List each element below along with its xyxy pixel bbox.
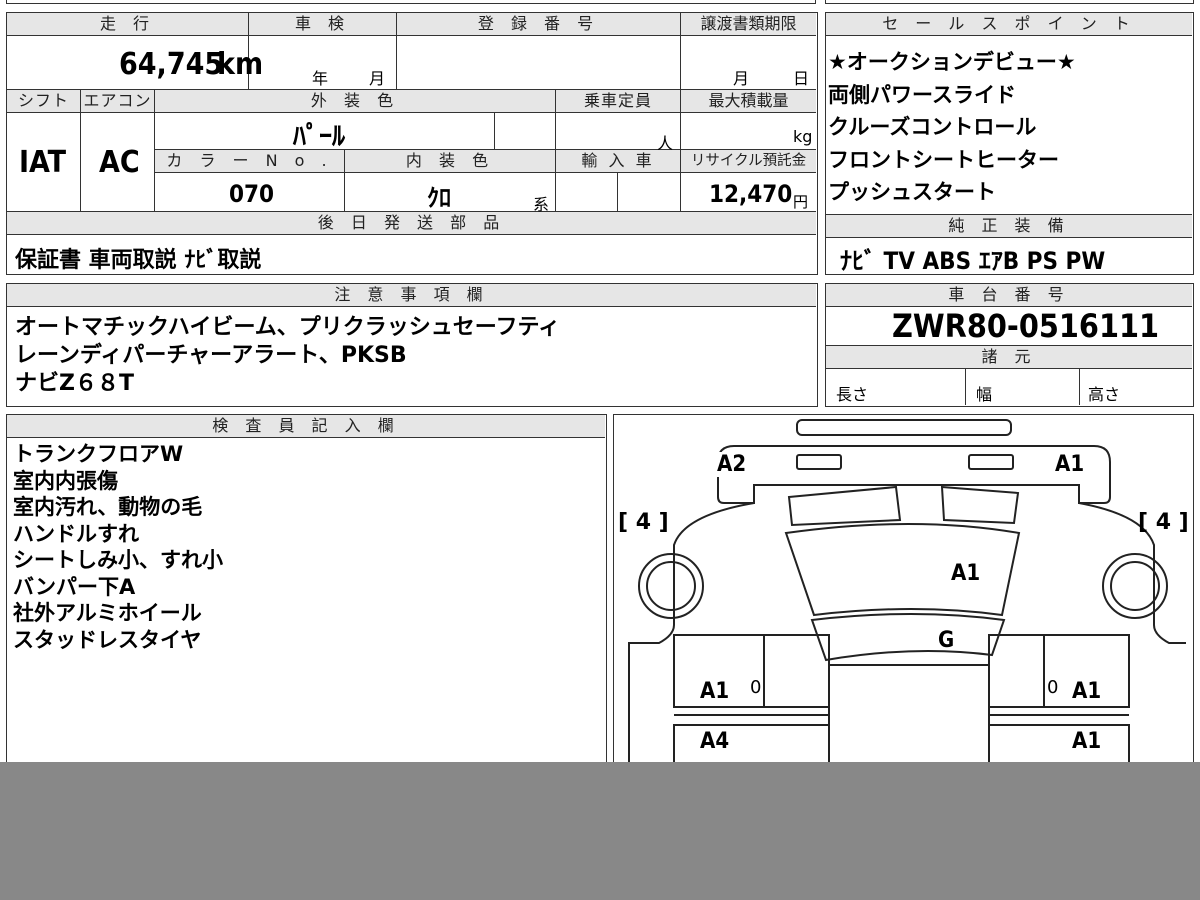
sales-point-item: フロントシートヒーター xyxy=(828,147,1059,172)
windshield xyxy=(810,613,1006,662)
recycle-value: 12,470 xyxy=(709,180,793,208)
front-bumper xyxy=(796,419,1012,436)
notes-list: オートマチックハイビーム、プリクラッシュセーフティ レーンディパーチャーアラート… xyxy=(15,314,560,398)
aircon-header: エアコン xyxy=(81,90,155,113)
sales-point-item: クルーズコントロール xyxy=(828,115,1037,139)
import-cell-a xyxy=(556,172,618,212)
inspector-line: 室内内張傷 xyxy=(13,468,118,493)
inspection-year: 年 xyxy=(312,69,329,88)
front-body xyxy=(717,445,1111,504)
chassis-value: ZWR80-0516111 xyxy=(892,307,1160,345)
specs-height: 高さ xyxy=(1088,385,1121,404)
transfer-header: 譲渡書類期限 xyxy=(681,13,816,36)
recycle-header: リサイクル預託金 xyxy=(681,150,816,173)
vehicle-info-table: 走 行 車 検 登 録 番 号 譲渡書類期限 64,745 km 年 月 月 日… xyxy=(6,12,818,275)
inspector-line: スタッドレスタイヤ xyxy=(13,627,202,652)
sales-points-header: セ ー ル ス ポ イ ン ト xyxy=(826,13,1192,36)
bottom-overlay xyxy=(0,762,1200,900)
inspector-box: 検 査 員 記 入 欄 トランクフロアW 室内内張傷 室内汚れ、動物の毛 ハンド… xyxy=(6,414,607,774)
sales-point-item: プッシュスタート xyxy=(828,180,996,204)
tire-left-rank: [ 4 ] xyxy=(618,510,669,535)
exterior-color-sub-cell xyxy=(495,112,556,150)
note-line: オートマチックハイビーム、プリクラッシュセーフティ xyxy=(15,315,561,340)
diagram-label-hood: A1 xyxy=(951,561,981,586)
inspector-line: ハンドルすれ xyxy=(13,521,139,546)
diagram-label-left-rear: A4 xyxy=(700,729,730,754)
diagram-zero-right: 0 xyxy=(1047,677,1059,698)
import-cell-b xyxy=(618,172,681,212)
exterior-color-value: ﾊﾟｰﾙ xyxy=(293,122,346,152)
interior-color-header: 内 装 色 xyxy=(345,150,556,173)
inspector-header: 検 査 員 記 入 欄 xyxy=(7,415,605,438)
inspector-line: トランクフロアW xyxy=(13,442,184,466)
mileage-header: 走 行 xyxy=(7,13,249,36)
import-header: 輸 入 車 xyxy=(556,150,681,173)
tire-right-inner xyxy=(1110,561,1160,611)
transfer-day: 日 xyxy=(793,69,810,88)
hood-top-left xyxy=(787,485,902,527)
hood-top-right xyxy=(940,485,1020,525)
headlight-right xyxy=(968,454,1014,470)
registration-cell xyxy=(397,35,681,90)
car-diagram-box: A2 A1 [ 4 ] [ 4 ] A1 G A1 0 0 A1 A4 A1 xyxy=(613,414,1194,774)
sales-points-list: ★オークションデビュー★ 両側パワースライド クルーズコントロール フロントシー… xyxy=(828,46,1076,209)
inspector-list: トランクフロアW 室内内張傷 室内汚れ、動物の毛 ハンドルすれ シートしみ小、す… xyxy=(13,441,223,653)
note-line: ナビZ６８T xyxy=(15,371,134,396)
later-parts-value: 保証書 車両取説 ﾅﾋﾞ取説 xyxy=(15,248,262,273)
tire-left-inner xyxy=(646,561,696,611)
roof xyxy=(828,664,990,773)
diagram-label-a2: A2 xyxy=(717,452,747,477)
specs-width: 幅 xyxy=(976,385,993,404)
sales-point-item: 両側パワースライド xyxy=(828,82,1016,107)
sales-points-box: セ ー ル ス ポ イ ン ト ★オークションデビュー★ 両側パワースライド ク… xyxy=(825,12,1194,275)
diagram-label-right-rear: A1 xyxy=(1072,729,1102,754)
inspector-line: シートしみ小、すれ小 xyxy=(13,548,223,572)
diagram-label-glass: G xyxy=(938,628,955,653)
door-right-front xyxy=(988,634,1130,708)
diagram-label-left-door: A1 xyxy=(700,679,730,704)
notes-header: 注 意 事 項 欄 xyxy=(7,284,816,307)
specs-length: 長さ xyxy=(836,385,869,404)
diagram-label-right-door: A1 xyxy=(1072,679,1102,704)
color-no-value: 070 xyxy=(229,180,275,208)
max-load-unit: kg xyxy=(793,127,813,146)
hood xyxy=(784,523,1021,617)
inspection-month: 月 xyxy=(369,69,386,88)
shift-header: シフト xyxy=(7,90,81,113)
color-no-header: カ ラ ー N o . xyxy=(155,150,345,173)
headlight-left xyxy=(796,454,842,470)
transfer-month: 月 xyxy=(733,69,750,88)
genuine-equipment-header: 純 正 装 備 xyxy=(826,214,1192,238)
top-strip-right xyxy=(825,0,1194,4)
shift-value: IAT xyxy=(19,145,67,180)
note-line: レーンディパーチャーアラート、PKSB xyxy=(15,343,407,368)
genuine-equipment-value: ﾅﾋﾞ TV ABS ｴｱB PS PW xyxy=(840,247,1106,275)
tire-right xyxy=(1102,553,1168,619)
car-diagram xyxy=(628,419,1186,773)
interior-color-value: ｸﾛ xyxy=(427,184,451,212)
inspector-line: 社外アルミホイール xyxy=(13,601,202,625)
aircon-value: AC xyxy=(99,145,140,180)
diagram-label-a1-front-right: A1 xyxy=(1055,452,1085,477)
diagram-zero-left: 0 xyxy=(750,677,762,698)
later-parts-header: 後 日 発 送 部 品 xyxy=(7,212,816,235)
inspector-line: 室内汚れ、動物の毛 xyxy=(13,495,203,519)
notes-box: 注 意 事 項 欄 オートマチックハイビーム、プリクラッシュセーフティ レーンデ… xyxy=(6,283,818,407)
recycle-unit: 円 xyxy=(793,193,809,211)
inspector-line: バンパー下A xyxy=(13,574,136,599)
exterior-color-header: 外 装 色 xyxy=(155,90,556,113)
chassis-box: 車 台 番 号 ZWR80-0516111 諸 元 長さ 幅 高さ xyxy=(825,283,1194,407)
top-strip xyxy=(6,0,816,4)
inspection-header: 車 検 xyxy=(249,13,397,36)
capacity-header: 乗車定員 xyxy=(556,90,681,113)
mileage-value: 64,745 xyxy=(119,47,224,82)
registration-header: 登 録 番 号 xyxy=(397,13,681,36)
specs-header: 諸 元 xyxy=(826,345,1192,369)
tire-right-rank: [ 4 ] xyxy=(1138,510,1189,535)
sales-point-item: ★オークションデビュー★ xyxy=(828,50,1076,74)
max-load-header: 最大積載量 xyxy=(681,90,816,113)
tire-left xyxy=(638,553,704,619)
chassis-header: 車 台 番 号 xyxy=(826,284,1192,307)
